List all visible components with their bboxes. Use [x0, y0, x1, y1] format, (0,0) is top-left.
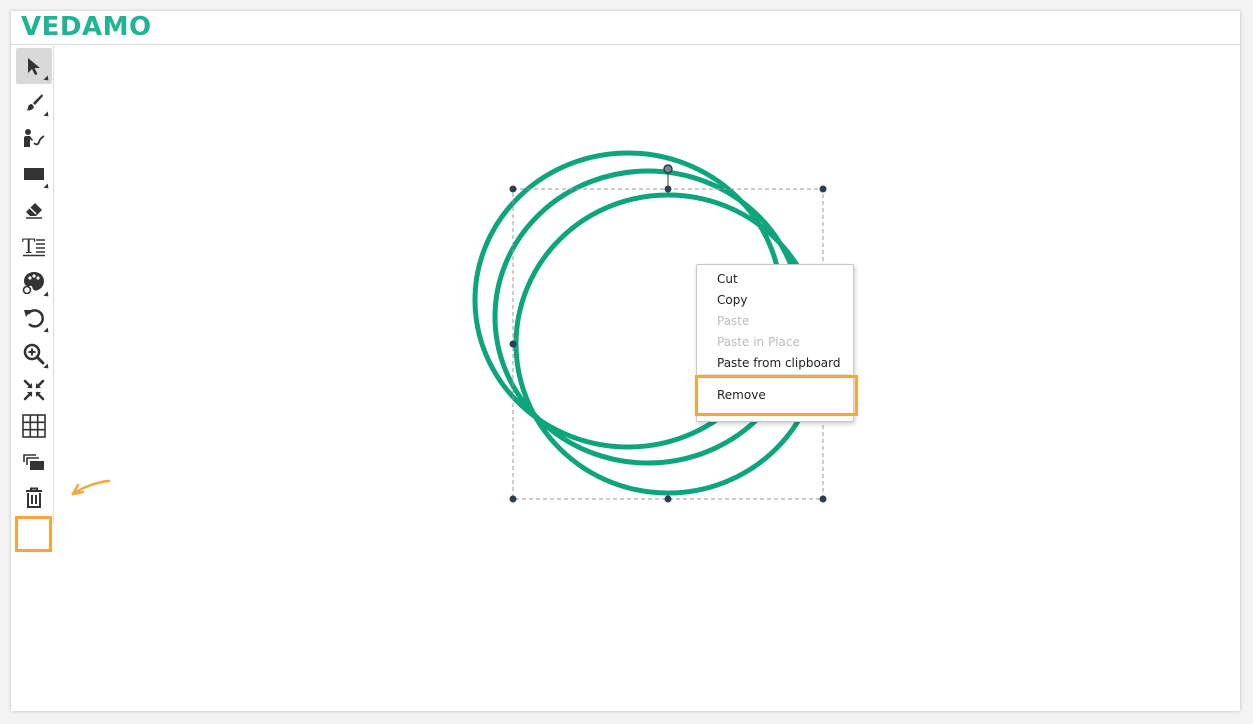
context-menu: Cut Copy Paste Paste in Place Paste from…	[696, 264, 854, 422]
resize-handle-bm[interactable]	[664, 495, 672, 503]
menu-item-paste: Paste	[717, 314, 750, 328]
eraser-tool[interactable]	[16, 192, 52, 228]
menu-item-cut[interactable]: Cut	[697, 269, 853, 290]
rotate-handle[interactable]	[663, 164, 673, 174]
menu-separator	[699, 374, 851, 375]
resize-handle-tr[interactable]	[819, 185, 827, 193]
eraser-icon	[26, 203, 42, 219]
shape-tool[interactable]	[16, 156, 52, 192]
whiteboard-canvas[interactable]	[11, 11, 1240, 711]
grid-icon	[22, 414, 46, 438]
annotation-arrow	[71, 479, 111, 496]
menu-item-paste-from-clipboard[interactable]: Paste from clipboard	[697, 353, 853, 374]
fit-tool[interactable]	[16, 372, 52, 408]
toolbar: T	[13, 46, 54, 552]
menu-item-paste-in-place: Paste in Place	[717, 335, 800, 349]
menu-item-copy[interactable]: Copy	[697, 290, 853, 311]
text-icon: T	[22, 235, 45, 257]
app-window: VEDAMO T Cut Copy Paste Paste in Place P…	[11, 11, 1240, 711]
palette-icon	[22, 272, 44, 294]
resize-handle-bl[interactable]	[509, 495, 517, 503]
zoom-in-icon	[23, 343, 45, 365]
zoom-tool[interactable]	[16, 336, 52, 372]
brush-tool[interactable]	[16, 84, 52, 120]
pointer-icon	[28, 58, 40, 75]
delete-tool[interactable]	[16, 480, 52, 516]
text-tool[interactable]: T	[16, 228, 52, 264]
resize-handle-ml[interactable]	[509, 340, 517, 348]
rectangle-icon	[24, 168, 44, 180]
undo-tool[interactable]	[16, 300, 52, 336]
select-tool[interactable]	[16, 48, 52, 84]
svg-text:T: T	[22, 235, 36, 257]
resize-handle-br[interactable]	[819, 495, 827, 503]
layers-icon	[23, 454, 44, 470]
resize-handle-tm[interactable]	[664, 185, 672, 193]
trash-icon	[26, 487, 42, 508]
brush-icon	[26, 94, 43, 111]
grid-tool[interactable]	[16, 408, 52, 444]
presenter-tool[interactable]	[16, 120, 52, 156]
resize-handle-tl[interactable]	[509, 185, 517, 193]
color-tool[interactable]	[16, 264, 52, 300]
fit-icon	[23, 379, 45, 401]
presenter-icon	[24, 129, 45, 147]
undo-icon	[24, 309, 44, 328]
layers-tool[interactable]	[16, 444, 52, 480]
menu-item-remove[interactable]: Remove	[697, 385, 853, 406]
